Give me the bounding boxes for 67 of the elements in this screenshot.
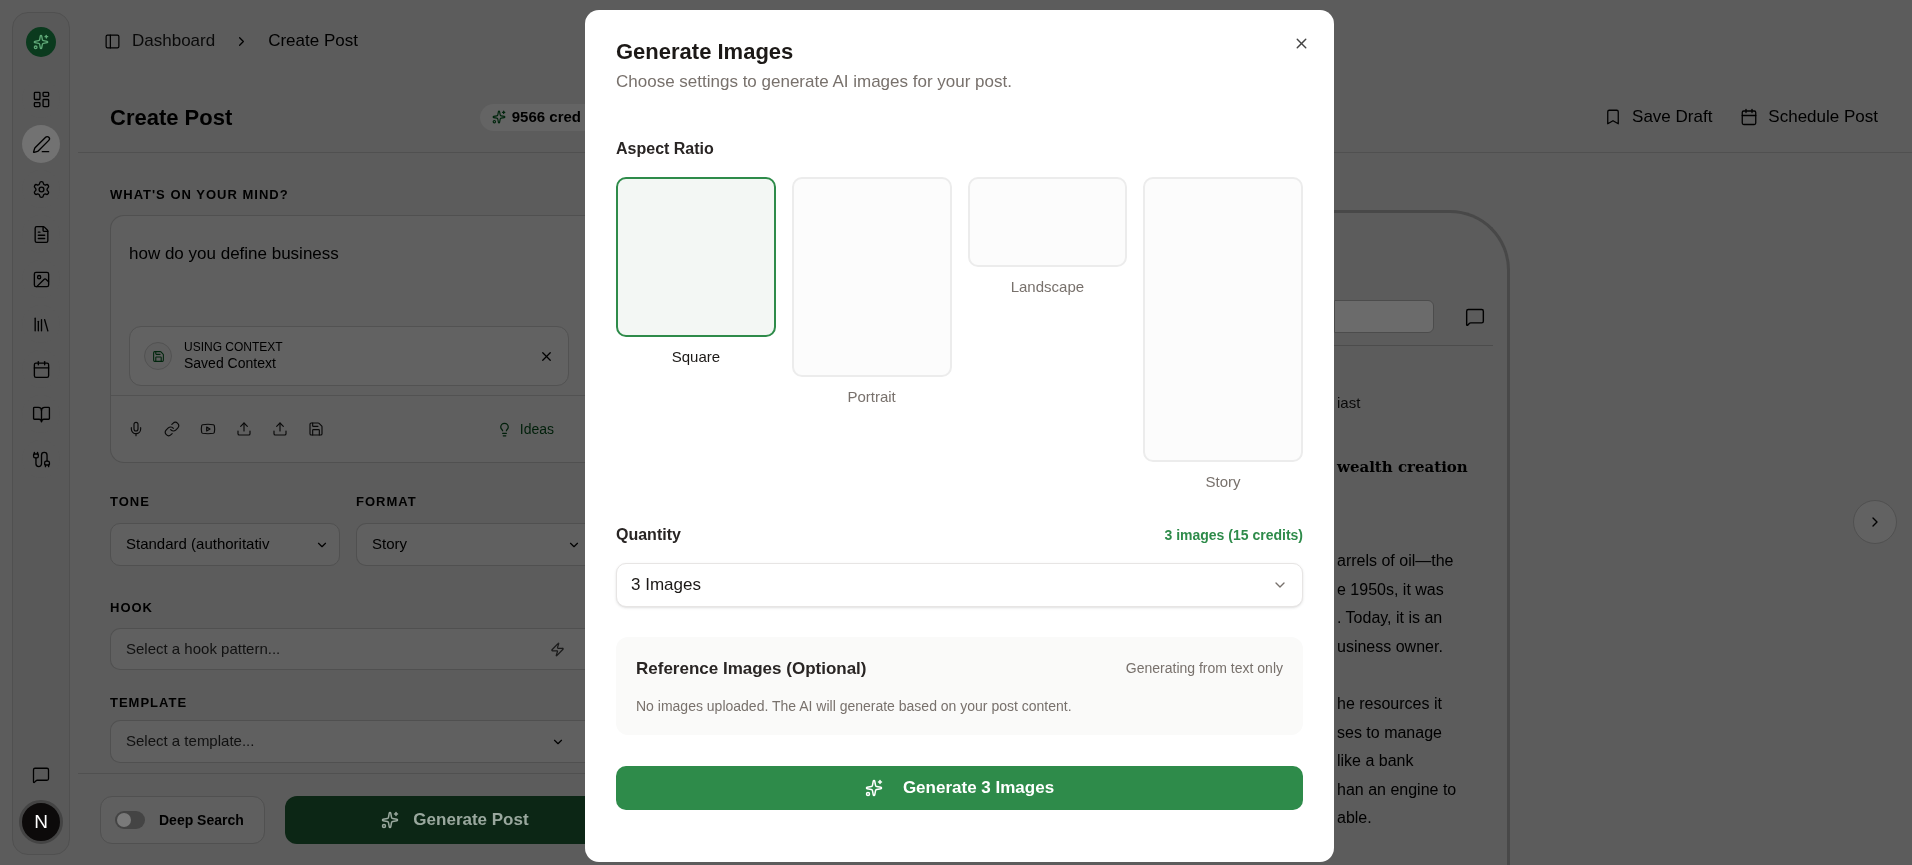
sparkle-icon [491, 110, 506, 124]
quantity-select[interactable]: 3 Images [616, 563, 1303, 607]
post-meta: iast [1337, 393, 1362, 413]
calendar-icon [31, 359, 51, 379]
aspect-option[interactable]: Landscape [967, 177, 1128, 297]
avatar[interactable]: N [19, 800, 63, 844]
chat-icon[interactable] [32, 766, 50, 784]
reference-note: No images uploaded. The AI will generate based on your post content. [636, 696, 1073, 716]
credits-summary: 3 images (15 credits) [1164, 525, 1303, 545]
book-icon [31, 404, 51, 424]
cable-icon [31, 449, 51, 469]
image-icon [31, 269, 51, 289]
header-action-button[interactable]: Save Draft [1604, 104, 1713, 130]
breadcrumb-item: Create Post [268, 30, 358, 53]
prompt-input[interactable]: how do you define business [129, 242, 567, 266]
field-label: FORMAT [356, 494, 418, 510]
section-label: Quantity [616, 525, 681, 545]
logo-icon[interactable] [26, 27, 56, 57]
hook-field[interactable]: Select a hook pattern... [110, 628, 585, 670]
aspect-option[interactable]: Story [1143, 177, 1303, 492]
post-paragraph: he resources it ses to manage like a bank han an engine to able. [1337, 694, 1458, 828]
template-select[interactable]: Select a template... [110, 720, 585, 763]
sidebar-toggle-icon[interactable] [104, 32, 121, 50]
link-icon[interactable] [164, 421, 180, 437]
dialog-subtitle: Choose settings to generate AI images for your post. [616, 71, 1013, 93]
generate-images-button[interactable]: Generate 3 Images [616, 766, 1303, 810]
section-label: Aspect Ratio [616, 139, 715, 159]
nav-item[interactable] [22, 125, 60, 163]
field-label: HOOK [110, 600, 154, 616]
microphone-icon[interactable] [128, 421, 144, 437]
upload-icon[interactable] [236, 421, 252, 437]
format-select[interactable]: Story [356, 523, 585, 566]
pencil-icon [31, 134, 51, 154]
reference-title: Reference Images (Optional) [636, 658, 867, 680]
upload-icon[interactable] [272, 421, 288, 437]
aspect-option[interactable]: Square [616, 177, 776, 367]
header-action-button[interactable]: Schedule Post [1740, 104, 1878, 130]
settings-icon [31, 179, 51, 199]
dialog-title: Generate Images [616, 38, 795, 66]
calendar-icon [1740, 108, 1759, 126]
generate-post-button[interactable]: Generate Post [285, 796, 585, 844]
comment-field[interactable] [1334, 300, 1434, 333]
toggle-switch[interactable] [115, 811, 145, 829]
context-caption: USING CONTEXT [184, 340, 283, 354]
breadcrumb-item[interactable]: Dashboard [132, 28, 216, 54]
sparkle-icon [381, 811, 400, 829]
field-label: TEMPLATE [110, 695, 189, 711]
reference-status: Generating from text only [1125, 659, 1283, 679]
document-icon [31, 224, 51, 244]
field-label: WHAT'S ON YOUR MIND? [110, 187, 290, 203]
post-heading: wealth creation [1337, 457, 1469, 478]
lightning-icon [550, 641, 565, 657]
credits-badge: 9566 cred [479, 103, 585, 131]
context-name: Saved Context [184, 354, 277, 372]
save-icon [151, 349, 165, 363]
field-label: TONE [110, 494, 151, 510]
aspect-option[interactable]: Portrait [791, 177, 952, 407]
ideas-button[interactable]: Ideas [496, 418, 568, 440]
video-icon[interactable] [200, 421, 216, 437]
save-icon[interactable] [308, 421, 324, 437]
toggle-label: Deep Search [159, 810, 244, 830]
dashboard-icon [31, 89, 51, 109]
comment-icon[interactable] [1465, 306, 1485, 327]
page-title: Create Post [110, 103, 233, 132]
sparkle-icon [864, 779, 883, 797]
post-paragraph: arrels of oil—the e 1950s, it was . Today, it is an usiness owner. [1337, 551, 1455, 657]
tone-select[interactable]: Standard (authoritativ [110, 523, 340, 566]
